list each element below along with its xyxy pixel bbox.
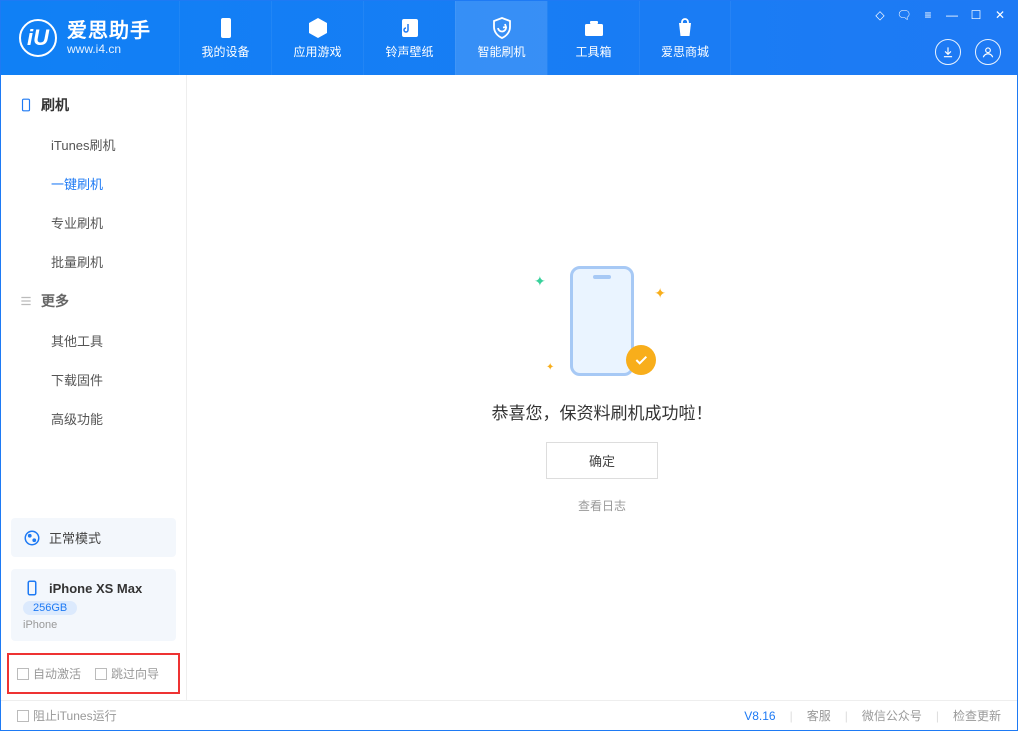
footer-link-update[interactable]: 检查更新: [953, 707, 1001, 724]
tab-my-device[interactable]: 我的设备: [179, 1, 271, 75]
footer-link-wechat[interactable]: 微信公众号: [862, 707, 922, 724]
app-name: 爱思助手: [67, 20, 151, 43]
phone-outline-icon: [570, 266, 634, 376]
minimize-button[interactable]: —: [941, 5, 963, 25]
maximize-button[interactable]: ☐: [965, 5, 987, 25]
menu-icon[interactable]: ≡: [917, 5, 939, 25]
device-panel[interactable]: iPhone XS Max 256GB iPhone: [11, 569, 176, 641]
download-button[interactable]: [935, 39, 961, 65]
theme-icon[interactable]: ◇: [869, 5, 891, 25]
window-controls: ◇ 🗨 ≡ — ☐ ✕: [869, 5, 1011, 25]
main-content: ✦ ✦ ✦ 恭喜您，保资料刷机成功啦！ 确定 查看日志: [187, 75, 1017, 700]
toolbox-icon: [582, 16, 606, 40]
check-badge-icon: [626, 345, 656, 375]
sidebar-item-advanced[interactable]: 高级功能: [1, 399, 186, 438]
logo: iU 爱思助手 www.i4.cn: [1, 19, 169, 57]
sidebar-item-download-firmware[interactable]: 下载固件: [1, 360, 186, 399]
logo-icon: iU: [19, 19, 57, 57]
tab-smart-flash[interactable]: 智能刷机: [455, 1, 547, 75]
app-url: www.i4.cn: [67, 43, 151, 57]
device-name: iPhone XS Max: [49, 581, 142, 596]
mode-panel[interactable]: 正常模式: [11, 518, 176, 557]
sparkle-icon: ✦: [654, 285, 666, 302]
footer: 阻止iTunes运行 V8.16 | 客服 | 微信公众号 | 检查更新: [1, 700, 1017, 730]
device-storage: 256GB: [23, 601, 77, 615]
tab-toolbox[interactable]: 工具箱: [547, 1, 639, 75]
sidebar-item-itunes-flash[interactable]: iTunes刷机: [1, 125, 186, 164]
auto-activate-checkbox[interactable]: 自动激活: [17, 665, 81, 682]
options-highlight-box: 自动激活 跳过向导: [7, 653, 180, 694]
list-icon: [19, 294, 33, 308]
feedback-icon[interactable]: 🗨: [893, 5, 915, 25]
close-button[interactable]: ✕: [989, 5, 1011, 25]
sidebar-group-flash: 刷机: [1, 85, 186, 125]
sidebar: 刷机 iTunes刷机 一键刷机 专业刷机 批量刷机 更多 其他工具 下载固件 …: [1, 75, 187, 700]
header-actions: [935, 39, 1001, 65]
success-message: 恭喜您，保资料刷机成功啦！: [492, 399, 713, 424]
refresh-shield-icon: [490, 16, 514, 40]
music-icon: [398, 16, 422, 40]
skip-guide-checkbox[interactable]: 跳过向导: [95, 665, 159, 682]
mode-icon: [23, 529, 41, 547]
tab-store[interactable]: 爱思商城: [639, 1, 731, 75]
main-tabs: 我的设备 应用游戏 铃声壁纸 智能刷机 工具箱 爱思商城: [179, 1, 731, 75]
sidebar-item-pro-flash[interactable]: 专业刷机: [1, 203, 186, 242]
device-type: iPhone: [23, 619, 57, 631]
phone-icon: [19, 98, 33, 112]
sidebar-item-batch-flash[interactable]: 批量刷机: [1, 242, 186, 281]
version-label: V8.16: [744, 709, 775, 723]
footer-link-support[interactable]: 客服: [807, 707, 831, 724]
sparkle-icon: ✦: [546, 362, 554, 373]
sparkle-icon: ✦: [534, 273, 546, 290]
cube-icon: [306, 16, 330, 40]
header: iU 爱思助手 www.i4.cn 我的设备 应用游戏 铃声壁纸 智能刷机 工具…: [1, 1, 1017, 75]
tab-ringtone-wallpaper[interactable]: 铃声壁纸: [363, 1, 455, 75]
stop-itunes-checkbox[interactable]: 阻止iTunes运行: [17, 707, 117, 724]
store-icon: [673, 16, 697, 40]
mode-label: 正常模式: [49, 528, 101, 547]
success-illustration: ✦ ✦ ✦: [542, 261, 662, 381]
ok-button[interactable]: 确定: [546, 442, 658, 479]
view-log-link[interactable]: 查看日志: [578, 497, 626, 514]
user-button[interactable]: [975, 39, 1001, 65]
sidebar-group-more: 更多: [1, 281, 186, 321]
device-small-icon: [23, 579, 41, 597]
sidebar-item-other-tools[interactable]: 其他工具: [1, 321, 186, 360]
device-icon: [214, 16, 238, 40]
sidebar-item-oneclick-flash[interactable]: 一键刷机: [1, 164, 186, 203]
tab-apps-games[interactable]: 应用游戏: [271, 1, 363, 75]
